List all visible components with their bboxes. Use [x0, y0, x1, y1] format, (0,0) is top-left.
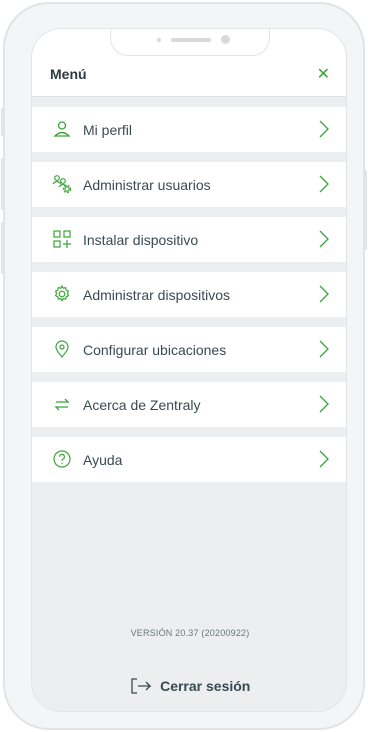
location-pin-icon — [55, 340, 69, 358]
camera-dot — [221, 35, 230, 44]
menu-item-administrar-usuarios[interactable]: Administrar usuarios — [32, 162, 346, 207]
chevron-right-icon — [319, 450, 329, 468]
chevron-right-icon — [319, 230, 329, 248]
version-text: VERSIÓN 20.37 (20200922) — [130, 628, 250, 638]
menu-item-label: Administrar dispositivos — [83, 287, 231, 303]
phone-notch — [110, 29, 270, 56]
close-icon[interactable]: ✕ — [317, 64, 330, 84]
menu-item-label: Configurar ubicaciones — [83, 342, 227, 358]
menu-item-label: Ayuda — [83, 452, 123, 468]
menu-item-label: Administrar usuarios — [83, 177, 211, 193]
speaker-grille — [171, 38, 211, 42]
notch-dot — [157, 38, 161, 42]
menu-item-acerca-de-zentraly[interactable]: Acerca de Zentraly — [32, 382, 346, 427]
page-title: Menú — [50, 66, 87, 82]
phone-side-button — [363, 170, 367, 250]
menu-item-ayuda[interactable]: Ayuda — [32, 437, 346, 482]
chevron-right-icon — [319, 175, 329, 193]
phone-side-button — [1, 158, 5, 210]
menu-item-administrar-dispositivos[interactable]: Administrar dispositivos — [32, 272, 346, 317]
chevron-right-icon — [319, 285, 329, 303]
menu-item-instalar-dispositivo[interactable]: Instalar dispositivo — [32, 217, 346, 262]
chevron-right-icon — [319, 340, 329, 358]
phone-side-button — [1, 108, 5, 136]
menu-item-configurar-ubicaciones[interactable]: Configurar ubicaciones — [32, 327, 346, 372]
chevron-right-icon — [319, 395, 329, 413]
gear-icon — [54, 284, 70, 303]
swap-arrows-icon — [54, 398, 70, 411]
menu-item-mi-perfil[interactable]: Mi perfil — [32, 107, 346, 152]
chevron-right-icon — [319, 120, 329, 138]
add-device-icon — [53, 230, 71, 248]
menu-list: Mi perfil Administrar usuarios Instalar … — [32, 107, 346, 492]
logout-label: Cerrar sesión — [160, 678, 251, 694]
menu-item-label: Acerca de Zentraly — [83, 397, 201, 413]
help-icon — [53, 450, 71, 468]
users-gear-icon — [52, 175, 72, 194]
logout-button[interactable]: Cerrar sesión — [32, 677, 346, 695]
phone-side-button — [1, 222, 5, 274]
menu-item-label: Mi perfil — [83, 122, 133, 138]
phone-screen: Menú ✕ Mi perfil Administrar usuarios In… — [31, 28, 347, 712]
menu-item-label: Instalar dispositivo — [83, 232, 199, 248]
logout-icon — [130, 678, 152, 694]
user-icon — [53, 121, 71, 137]
